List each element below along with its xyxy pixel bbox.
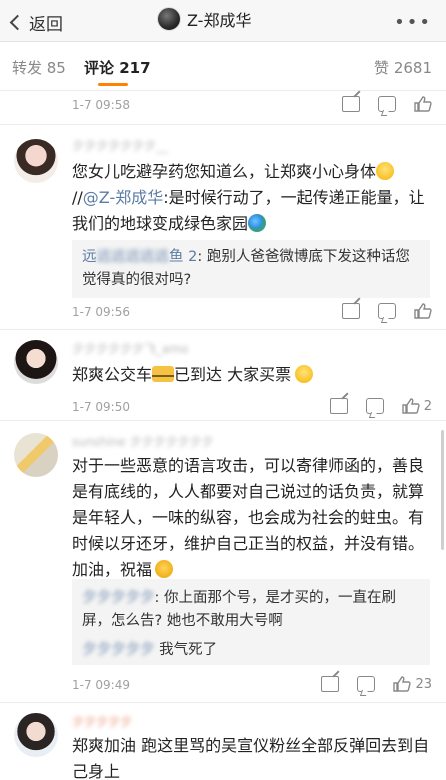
comment-actions bbox=[324, 303, 432, 319]
avatar[interactable] bbox=[14, 340, 58, 384]
comment-text-part: 您女儿吃避孕药您知道么，让郑爽小心身体 bbox=[72, 162, 377, 181]
like-count: 2 bbox=[423, 398, 432, 414]
scrollbar[interactable] bbox=[441, 430, 444, 550]
avatar[interactable] bbox=[14, 139, 58, 183]
top-bar: 返回 Z-郑成华 ••• bbox=[0, 0, 446, 42]
comment-actions bbox=[324, 96, 432, 112]
share-icon[interactable] bbox=[321, 676, 340, 692]
reply-author[interactable]: 鱼 2 bbox=[169, 249, 197, 265]
comment-text: 您女儿吃避孕药您知道么，让郑爽小心身体//@Z-郑成华:是时候行动了，一起传递正… bbox=[72, 159, 432, 237]
title-text: Z-郑成华 bbox=[187, 11, 252, 30]
share-icon[interactable] bbox=[329, 398, 348, 414]
tab-forward[interactable]: 转发 85 bbox=[12, 57, 66, 78]
comment-text: 对于一些恶意的语言攻击，可以寄律师函的，善良是有底线的，人人都要对自己说过的话负… bbox=[72, 453, 424, 583]
like-icon[interactable] bbox=[414, 96, 432, 112]
page-title[interactable]: Z-郑成华 bbox=[157, 7, 251, 31]
comment-time: 1-7 09:50 bbox=[72, 400, 130, 414]
comment-time: 1-7 09:58 bbox=[72, 98, 130, 112]
comment-time: 1-7 09:56 bbox=[72, 305, 130, 319]
pray-emoji-icon bbox=[155, 560, 174, 578]
comment-text-part: 郑爽加油 跑这里骂的吴宣仪粉丝全部反弹回去到自己身上 bbox=[72, 736, 430, 780]
comment-icon[interactable] bbox=[365, 398, 384, 414]
comment-text-part: 郑爽公交车 bbox=[72, 365, 153, 384]
comment-icon[interactable] bbox=[357, 676, 376, 692]
avatar[interactable] bbox=[14, 713, 58, 757]
list-item: sunshine 夕夕夕夕夕夕夕 对于一些恶意的语言攻击，可以寄律师函的，善良是… bbox=[0, 421, 446, 706]
bus-emoji-icon bbox=[152, 366, 175, 382]
comment-icon[interactable] bbox=[378, 303, 396, 319]
share-icon[interactable] bbox=[342, 96, 360, 112]
reply-author[interactable]: 远 bbox=[82, 249, 97, 265]
commenter-name[interactable]: sunshine 夕夕夕夕夕夕夕 bbox=[72, 433, 213, 450]
list-item: 夕夕夕夕夕 郑爽加油 跑这里骂的吴宣仪粉丝全部反弹回去到自己身上 bbox=[0, 703, 446, 780]
reply-box[interactable]: 远远远远远远鱼 2: 跑别人爸爸微博底下发这种话您觉得真的很对吗? bbox=[72, 240, 430, 298]
list-item: 夕夕夕夕夕夕夕__ 您女儿吃避孕药您知道么，让郑爽小心身体//@Z-郑成华:是时… bbox=[0, 125, 446, 335]
comment-text-part: // bbox=[72, 188, 83, 207]
comment-text-part: 已到达 大家买票 bbox=[174, 365, 292, 384]
share-icon[interactable] bbox=[342, 303, 360, 319]
reply-text: 我气死了 bbox=[154, 642, 218, 658]
tab-likes[interactable]: 赞 2681 bbox=[374, 57, 432, 78]
chevron-left-icon bbox=[9, 14, 26, 31]
tab-bar: 转发 85 评论 217 赞 2681 bbox=[0, 43, 446, 91]
mention-link[interactable]: @Z-郑成华 bbox=[83, 188, 163, 207]
avatar[interactable] bbox=[14, 433, 58, 477]
commenter-name[interactable]: 夕夕夕夕夕夕飞_amo bbox=[72, 340, 188, 357]
active-tab-indicator bbox=[98, 83, 128, 86]
comment-text-part: 对于一些恶意的语言攻击，可以寄律师函的，善良是有底线的，人人都要对自己说过的话负… bbox=[72, 456, 425, 579]
commenter-name[interactable]: 夕夕夕夕夕夕夕__ bbox=[72, 137, 168, 154]
like-icon[interactable] bbox=[393, 676, 412, 692]
list-item: 夕夕夕夕夕夕飞_amo 郑爽公交车 已到达 大家买票 1-7 09:50 2 bbox=[0, 330, 446, 424]
earth-emoji-icon bbox=[248, 214, 267, 232]
more-icon[interactable]: ••• bbox=[394, 12, 432, 33]
avatar bbox=[157, 7, 181, 31]
back-button[interactable]: 返回 bbox=[8, 10, 63, 35]
smile-emoji-icon bbox=[376, 162, 395, 180]
laugh-emoji-icon bbox=[295, 365, 314, 383]
reply-box[interactable]: 夕夕夕夕夕: 你上面那个号，是才买的，一直在刷屏，怎么告? 她也不敢用大号啊 夕… bbox=[72, 579, 430, 665]
back-label: 返回 bbox=[29, 15, 63, 35]
comment-text: 郑爽加油 跑这里骂的吴宣仪粉丝全部反弹回去到自己身上 bbox=[72, 733, 432, 780]
comment-actions: 23 bbox=[303, 676, 432, 692]
like-count: 23 bbox=[415, 676, 432, 692]
comment-icon[interactable] bbox=[378, 96, 396, 112]
comment-text: 郑爽公交车 已到达 大家买票 bbox=[72, 362, 432, 388]
like-icon[interactable] bbox=[414, 303, 432, 319]
comment-time: 1-7 09:49 bbox=[72, 678, 130, 692]
commenter-name[interactable]: 夕夕夕夕夕 bbox=[72, 713, 132, 730]
list-item: 1-7 09:58 bbox=[0, 92, 446, 128]
tab-comments[interactable]: 评论 217 bbox=[84, 57, 151, 78]
like-icon[interactable] bbox=[402, 398, 420, 414]
comment-actions: 2 bbox=[312, 398, 432, 414]
